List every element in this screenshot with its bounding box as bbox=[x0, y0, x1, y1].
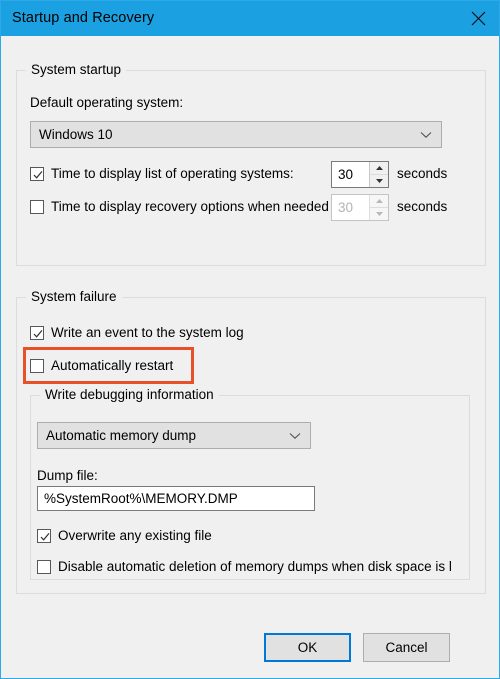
startup-and-recovery-dialog: Startup and Recovery System startup Defa… bbox=[0, 0, 500, 679]
dump-file-label: Dump file: bbox=[37, 468, 98, 483]
timeout-os-checkbox[interactable] bbox=[30, 166, 44, 181]
disable-deletion-checkbox[interactable] bbox=[37, 559, 51, 574]
cancel-button-label: Cancel bbox=[385, 640, 428, 655]
chevron-down-icon bbox=[289, 427, 301, 445]
timeout-recovery-spinner[interactable]: 30 bbox=[331, 194, 389, 221]
timeout-recovery-label: Time to display recovery options when ne… bbox=[51, 199, 329, 214]
timeout-os-checkbox-row[interactable]: Time to display list of operating system… bbox=[30, 166, 294, 181]
window-title: Startup and Recovery bbox=[12, 10, 155, 27]
overwrite-label: Overwrite any existing file bbox=[58, 528, 212, 543]
default-os-value: Windows 10 bbox=[39, 127, 113, 142]
title-bar: Startup and Recovery bbox=[1, 1, 499, 36]
dump-type-value: Automatic memory dump bbox=[46, 428, 197, 443]
overwrite-checkbox-row[interactable]: Overwrite any existing file bbox=[37, 528, 212, 543]
write-event-checkbox[interactable] bbox=[30, 325, 44, 340]
write-event-label: Write an event to the system log bbox=[51, 325, 244, 340]
spinner-up-icon[interactable] bbox=[370, 162, 388, 174]
dump-file-input[interactable]: %SystemRoot%\MEMORY.DMP bbox=[37, 486, 315, 511]
auto-restart-label: Automatically restart bbox=[51, 358, 174, 373]
dump-type-combobox[interactable]: Automatic memory dump bbox=[37, 422, 311, 449]
timeout-os-value[interactable]: 30 bbox=[332, 162, 369, 187]
disable-deletion-checkbox-row[interactable]: Disable automatic deletion of memory dum… bbox=[37, 559, 452, 574]
dump-file-value: %SystemRoot%\MEMORY.DMP bbox=[44, 491, 238, 506]
system-failure-legend: System failure bbox=[26, 289, 122, 304]
timeout-recovery-unit: seconds bbox=[397, 199, 448, 214]
default-os-combobox[interactable]: Windows 10 bbox=[30, 121, 442, 148]
timeout-recovery-spin-buttons[interactable] bbox=[369, 195, 388, 220]
spinner-up-icon[interactable] bbox=[370, 195, 388, 207]
timeout-recovery-value[interactable]: 30 bbox=[332, 195, 369, 220]
ok-button-label: OK bbox=[297, 640, 318, 655]
timeout-os-label: Time to display list of operating system… bbox=[51, 166, 294, 181]
auto-restart-checkbox-row[interactable]: Automatically restart bbox=[30, 358, 173, 373]
timeout-recovery-checkbox[interactable] bbox=[30, 199, 44, 214]
timeout-os-spinner[interactable]: 30 bbox=[331, 161, 389, 188]
ok-button[interactable]: OK bbox=[264, 633, 351, 662]
chevron-down-icon bbox=[420, 126, 432, 144]
timeout-os-unit: seconds bbox=[397, 166, 448, 181]
auto-restart-checkbox[interactable] bbox=[30, 358, 44, 373]
disable-deletion-label: Disable automatic deletion of memory dum… bbox=[58, 559, 452, 574]
system-startup-legend: System startup bbox=[26, 62, 127, 77]
cancel-button[interactable]: Cancel bbox=[363, 633, 450, 662]
close-icon[interactable] bbox=[455, 1, 499, 36]
timeout-recovery-checkbox-row[interactable]: Time to display recovery options when ne… bbox=[30, 199, 329, 214]
write-debugging-information-legend: Write debugging information bbox=[40, 387, 219, 402]
write-event-checkbox-row[interactable]: Write an event to the system log bbox=[30, 325, 244, 340]
default-os-label: Default operating system: bbox=[30, 95, 184, 110]
spinner-down-icon[interactable] bbox=[370, 174, 388, 187]
overwrite-checkbox[interactable] bbox=[37, 528, 51, 543]
timeout-os-spin-buttons[interactable] bbox=[369, 162, 388, 187]
spinner-down-icon[interactable] bbox=[370, 207, 388, 220]
